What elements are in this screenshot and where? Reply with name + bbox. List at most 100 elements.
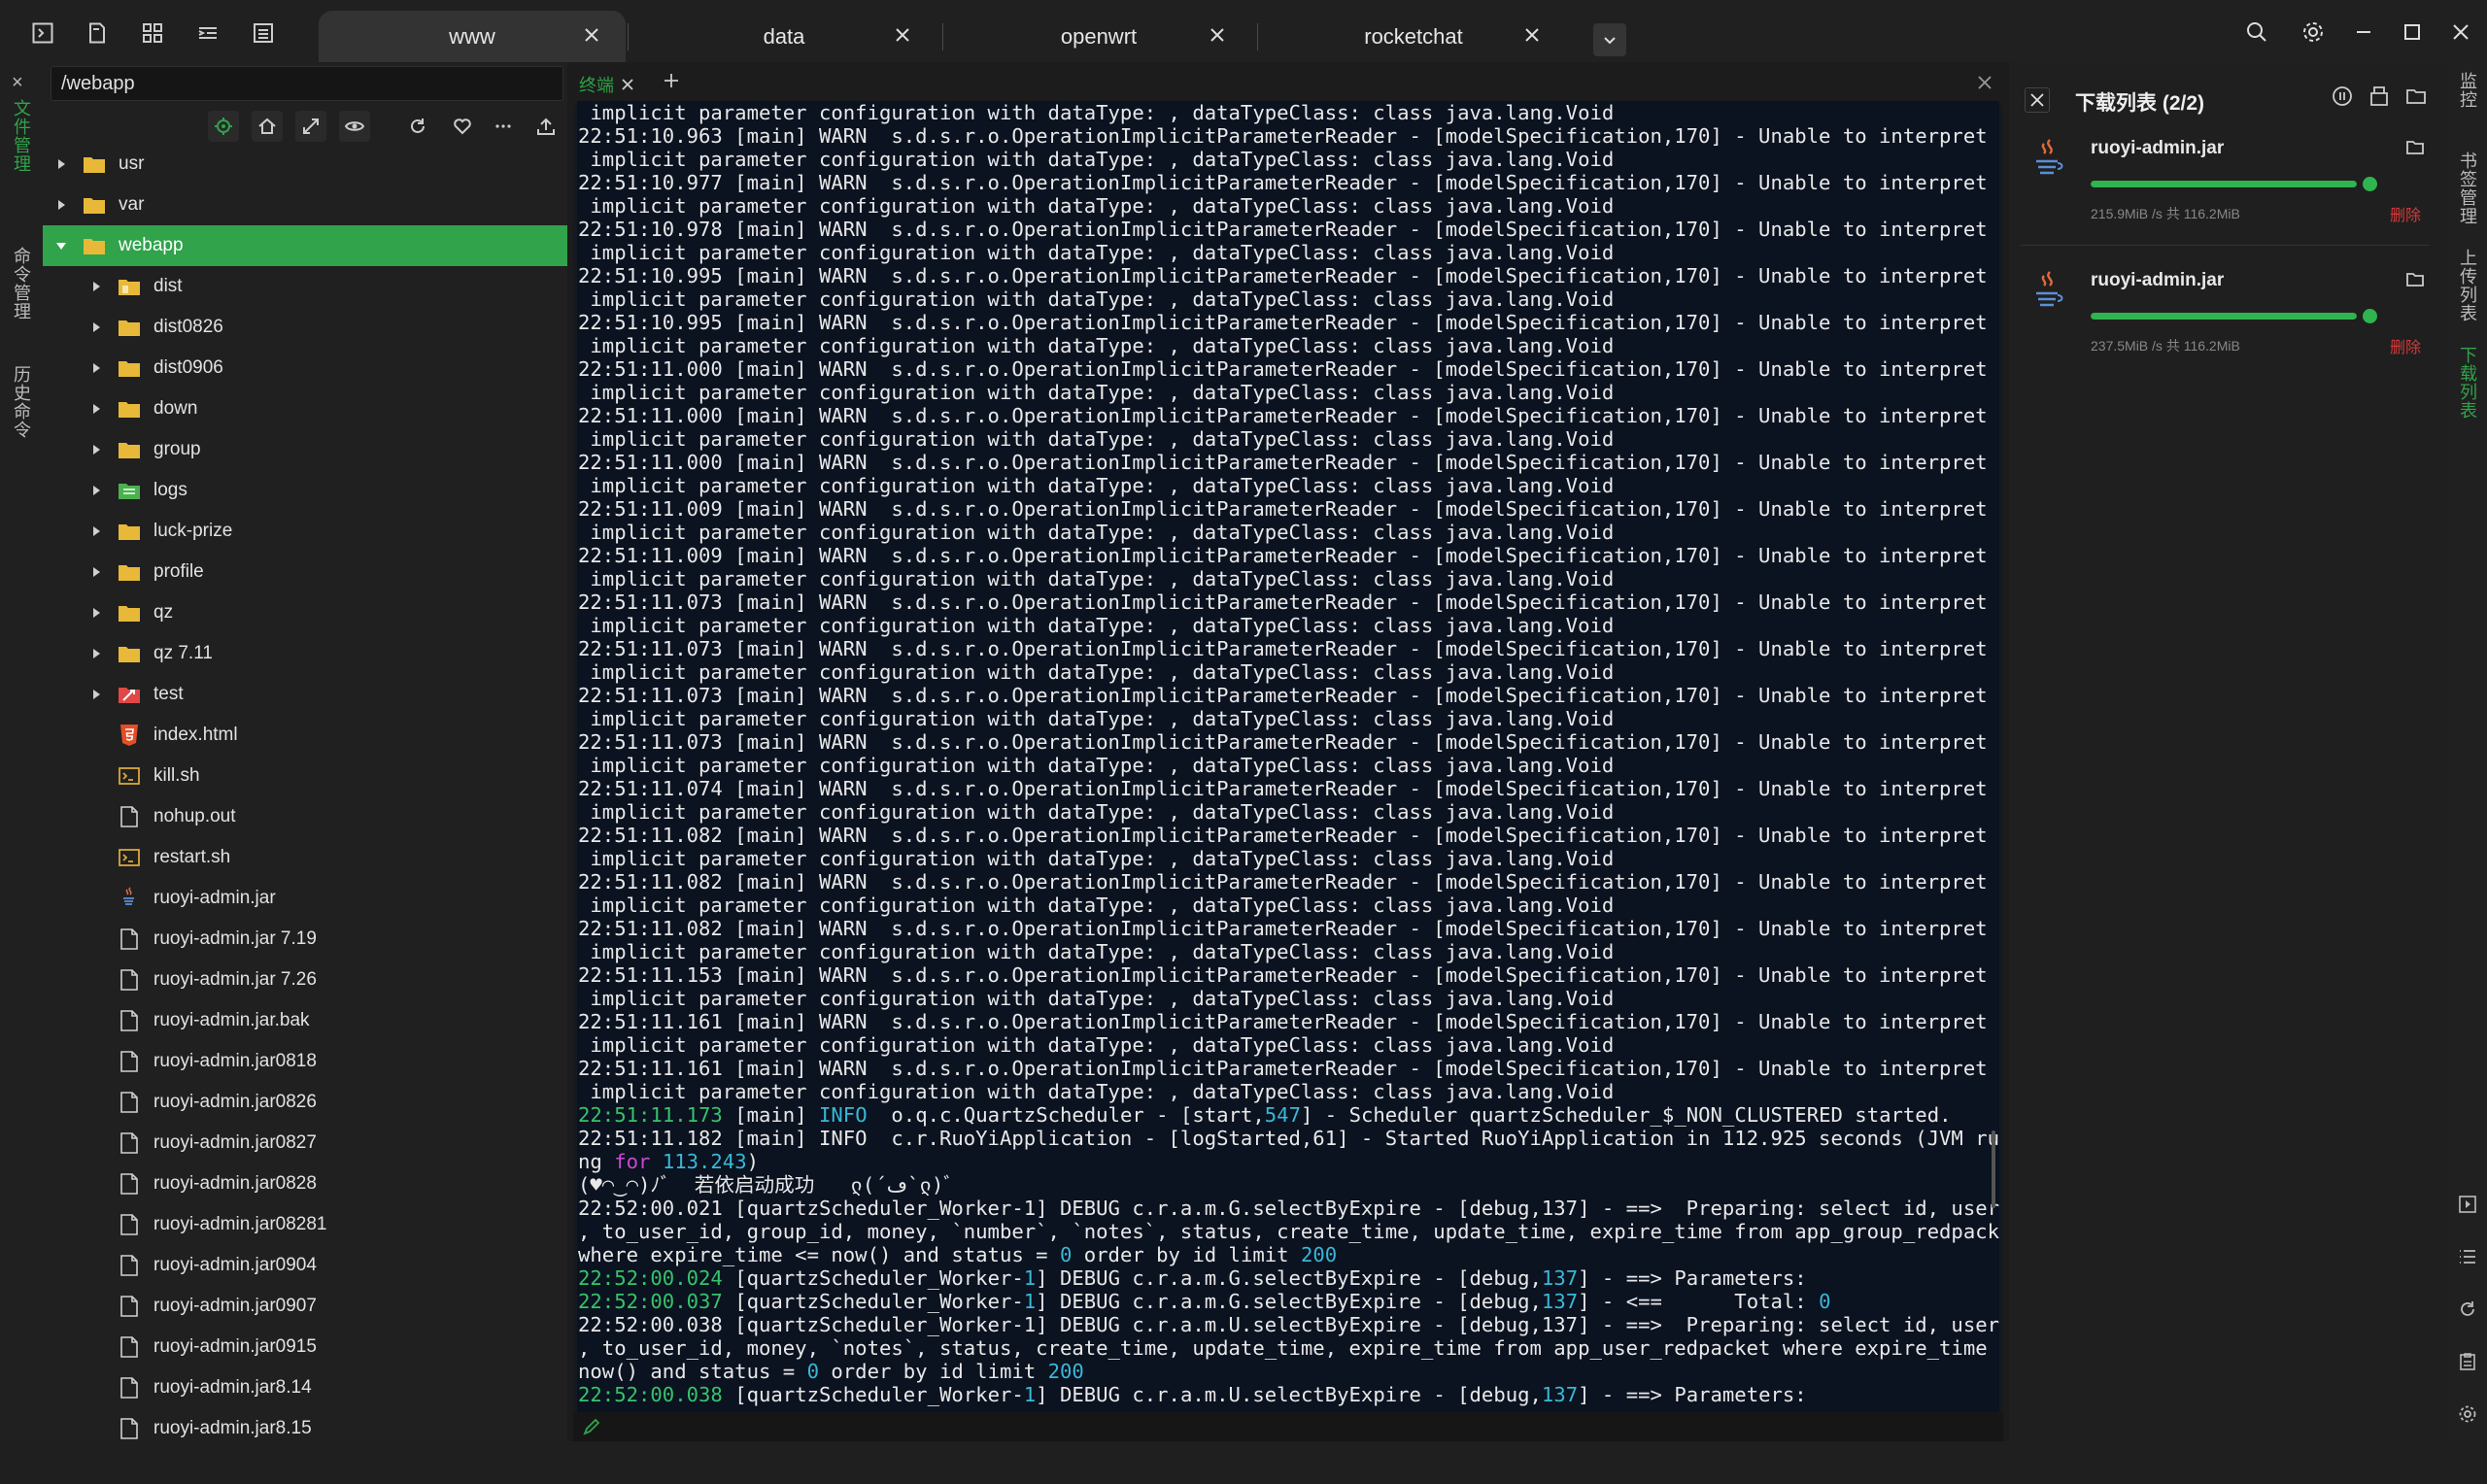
scrollbar[interactable] [1992, 1130, 1995, 1208]
close-icon[interactable] [622, 79, 633, 90]
search-icon[interactable] [2240, 16, 2273, 49]
chevron-right-icon[interactable] [54, 198, 68, 212]
chevron-right-icon[interactable] [89, 361, 103, 375]
sidebar-item-bookmarks[interactable]: 书签管理 [2454, 152, 2481, 249]
tree-item[interactable]: ruoyi-admin.jar8.14 [43, 1367, 567, 1408]
minimize-icon[interactable] [2347, 16, 2380, 49]
terminal-output[interactable]: implicit parameter configuration with da… [577, 101, 1999, 1412]
clipboard-icon[interactable] [2458, 1352, 2477, 1376]
close-icon[interactable] [1521, 24, 1543, 46]
tree-item[interactable]: ruoyi-admin.jar0826 [43, 1082, 567, 1123]
folder-open-icon[interactable] [2405, 85, 2427, 112]
download-item[interactable]: ruoyi-admin.jar 215.9MiB /s 共 116.2MiB 删… [2021, 132, 2429, 256]
chevron-right-icon[interactable] [89, 606, 103, 620]
folder-open-icon[interactable] [2405, 270, 2425, 294]
tree-item[interactable]: var [43, 185, 567, 225]
chevron-right-icon[interactable] [89, 402, 103, 416]
tree-item[interactable]: logs [43, 470, 567, 511]
tree-item[interactable]: nohup.out [43, 796, 567, 837]
refresh-icon[interactable] [2458, 1299, 2477, 1324]
tree-item[interactable]: restart.sh [43, 837, 567, 878]
tree-item[interactable]: qz 7.11 [43, 633, 567, 674]
chevron-right-icon[interactable] [89, 647, 103, 660]
sidebar-item-uploads[interactable]: 上传列表 [2454, 249, 2481, 346]
tree-item[interactable]: profile [43, 552, 567, 592]
maximize-icon[interactable] [2396, 16, 2429, 49]
chevron-right-icon[interactable] [89, 524, 103, 538]
tree-item[interactable]: ruoyi-admin.jar 7.26 [43, 960, 567, 1000]
tree-item[interactable]: dist [43, 266, 567, 307]
tree-item[interactable]: ruoyi-admin.jar0818 [43, 1041, 567, 1082]
collapse-icon[interactable] [295, 111, 326, 142]
tree-item[interactable]: ruoyi-admin.jar8.15 [43, 1408, 567, 1441]
split-icon[interactable] [194, 19, 221, 47]
upload-icon[interactable] [530, 111, 562, 142]
close-icon[interactable] [892, 24, 913, 46]
tree-item[interactable]: ruoyi-admin.jar.bak [43, 1000, 567, 1041]
close-icon[interactable] [1207, 24, 1228, 46]
tree-item[interactable]: usr [43, 144, 567, 185]
eye-icon[interactable] [339, 111, 370, 142]
tree-item[interactable]: ruoyi-admin.jar0828 [43, 1164, 567, 1204]
list-icon[interactable] [2458, 1247, 2477, 1271]
tree-item[interactable]: ruoyi-admin.jar [43, 878, 567, 919]
close-window-icon[interactable] [2444, 16, 2477, 49]
sidebar-item-downloads[interactable]: 下载列表 [2454, 346, 2481, 443]
sidebar-item-monitor[interactable]: 监控 [2454, 72, 2481, 130]
delete-button[interactable]: 删除 [2390, 334, 2421, 357]
terminal-icon[interactable] [29, 19, 56, 47]
tree-item[interactable]: group [43, 429, 567, 470]
tree-item[interactable]: dist0906 [43, 348, 567, 388]
tab-rocketchat[interactable]: rocketchat [1261, 11, 1566, 62]
tab-terminal[interactable]: 终端 [579, 72, 633, 97]
pause-icon[interactable] [2332, 85, 2353, 112]
path-input[interactable]: /webapp [51, 66, 563, 101]
chevron-right-icon[interactable] [89, 565, 103, 579]
tree-item[interactable]: ruoyi-admin.jar0827 [43, 1123, 567, 1164]
close-icon[interactable] [581, 24, 602, 46]
download-item[interactable]: ruoyi-admin.jar 237.5MiB /s 共 116.2MiB 删… [2021, 264, 2429, 388]
chevron-down-icon[interactable] [54, 239, 68, 253]
close-icon[interactable] [2025, 87, 2050, 113]
chevron-right-icon[interactable] [54, 157, 68, 171]
gear-icon[interactable] [2458, 1404, 2477, 1429]
tree-item[interactable]: ruoyi-admin.jar0904 [43, 1245, 567, 1286]
delete-button[interactable]: 删除 [2390, 202, 2421, 225]
list-icon[interactable] [250, 19, 277, 47]
sidebar-item-history[interactable]: 历史命令 [8, 365, 35, 482]
plus-icon[interactable] [663, 72, 680, 94]
tree-item[interactable]: luck-prize [43, 511, 567, 552]
heart-icon[interactable] [447, 111, 478, 142]
pencil-icon[interactable] [583, 1418, 600, 1440]
tree-item[interactable]: ruoyi-admin.jar0907 [43, 1286, 567, 1327]
tree-item[interactable]: webapp [43, 225, 567, 266]
tree-item[interactable]: kill.sh [43, 756, 567, 796]
gear-icon[interactable] [2297, 16, 2330, 49]
tab-data[interactable]: data [631, 11, 937, 62]
tab-overflow-button[interactable] [1593, 23, 1626, 56]
tree-item[interactable]: ruoyi-admin.jar0915 [43, 1327, 567, 1367]
tree-item[interactable]: ruoyi-admin.jar 7.19 [43, 919, 567, 960]
chevron-right-icon[interactable] [89, 484, 103, 497]
close-icon[interactable]: × [12, 72, 23, 94]
chevron-right-icon[interactable] [89, 280, 103, 293]
tree-item[interactable]: down [43, 388, 567, 429]
chevron-right-icon[interactable] [89, 320, 103, 334]
tree-item[interactable]: test [43, 674, 567, 715]
clear-icon[interactable] [2368, 85, 2390, 112]
play-icon[interactable] [2458, 1195, 2477, 1219]
tab-openwrt[interactable]: openwrt [946, 11, 1251, 62]
refresh-icon[interactable] [402, 111, 433, 142]
chevron-right-icon[interactable] [89, 443, 103, 456]
file-icon[interactable] [84, 19, 111, 47]
folder-open-icon[interactable] [2405, 138, 2425, 162]
tree-item[interactable]: dist0826 [43, 307, 567, 348]
grid-icon[interactable] [139, 19, 166, 47]
tree-item[interactable]: index.html [43, 715, 567, 756]
tab-www[interactable]: www [319, 11, 626, 62]
home-icon[interactable] [252, 111, 283, 142]
sidebar-item-command-manager[interactable]: 命令管理 [8, 247, 35, 363]
close-icon[interactable] [1978, 76, 1992, 94]
locate-icon[interactable] [208, 111, 239, 142]
tree-item[interactable]: ruoyi-admin.jar08281 [43, 1204, 567, 1245]
